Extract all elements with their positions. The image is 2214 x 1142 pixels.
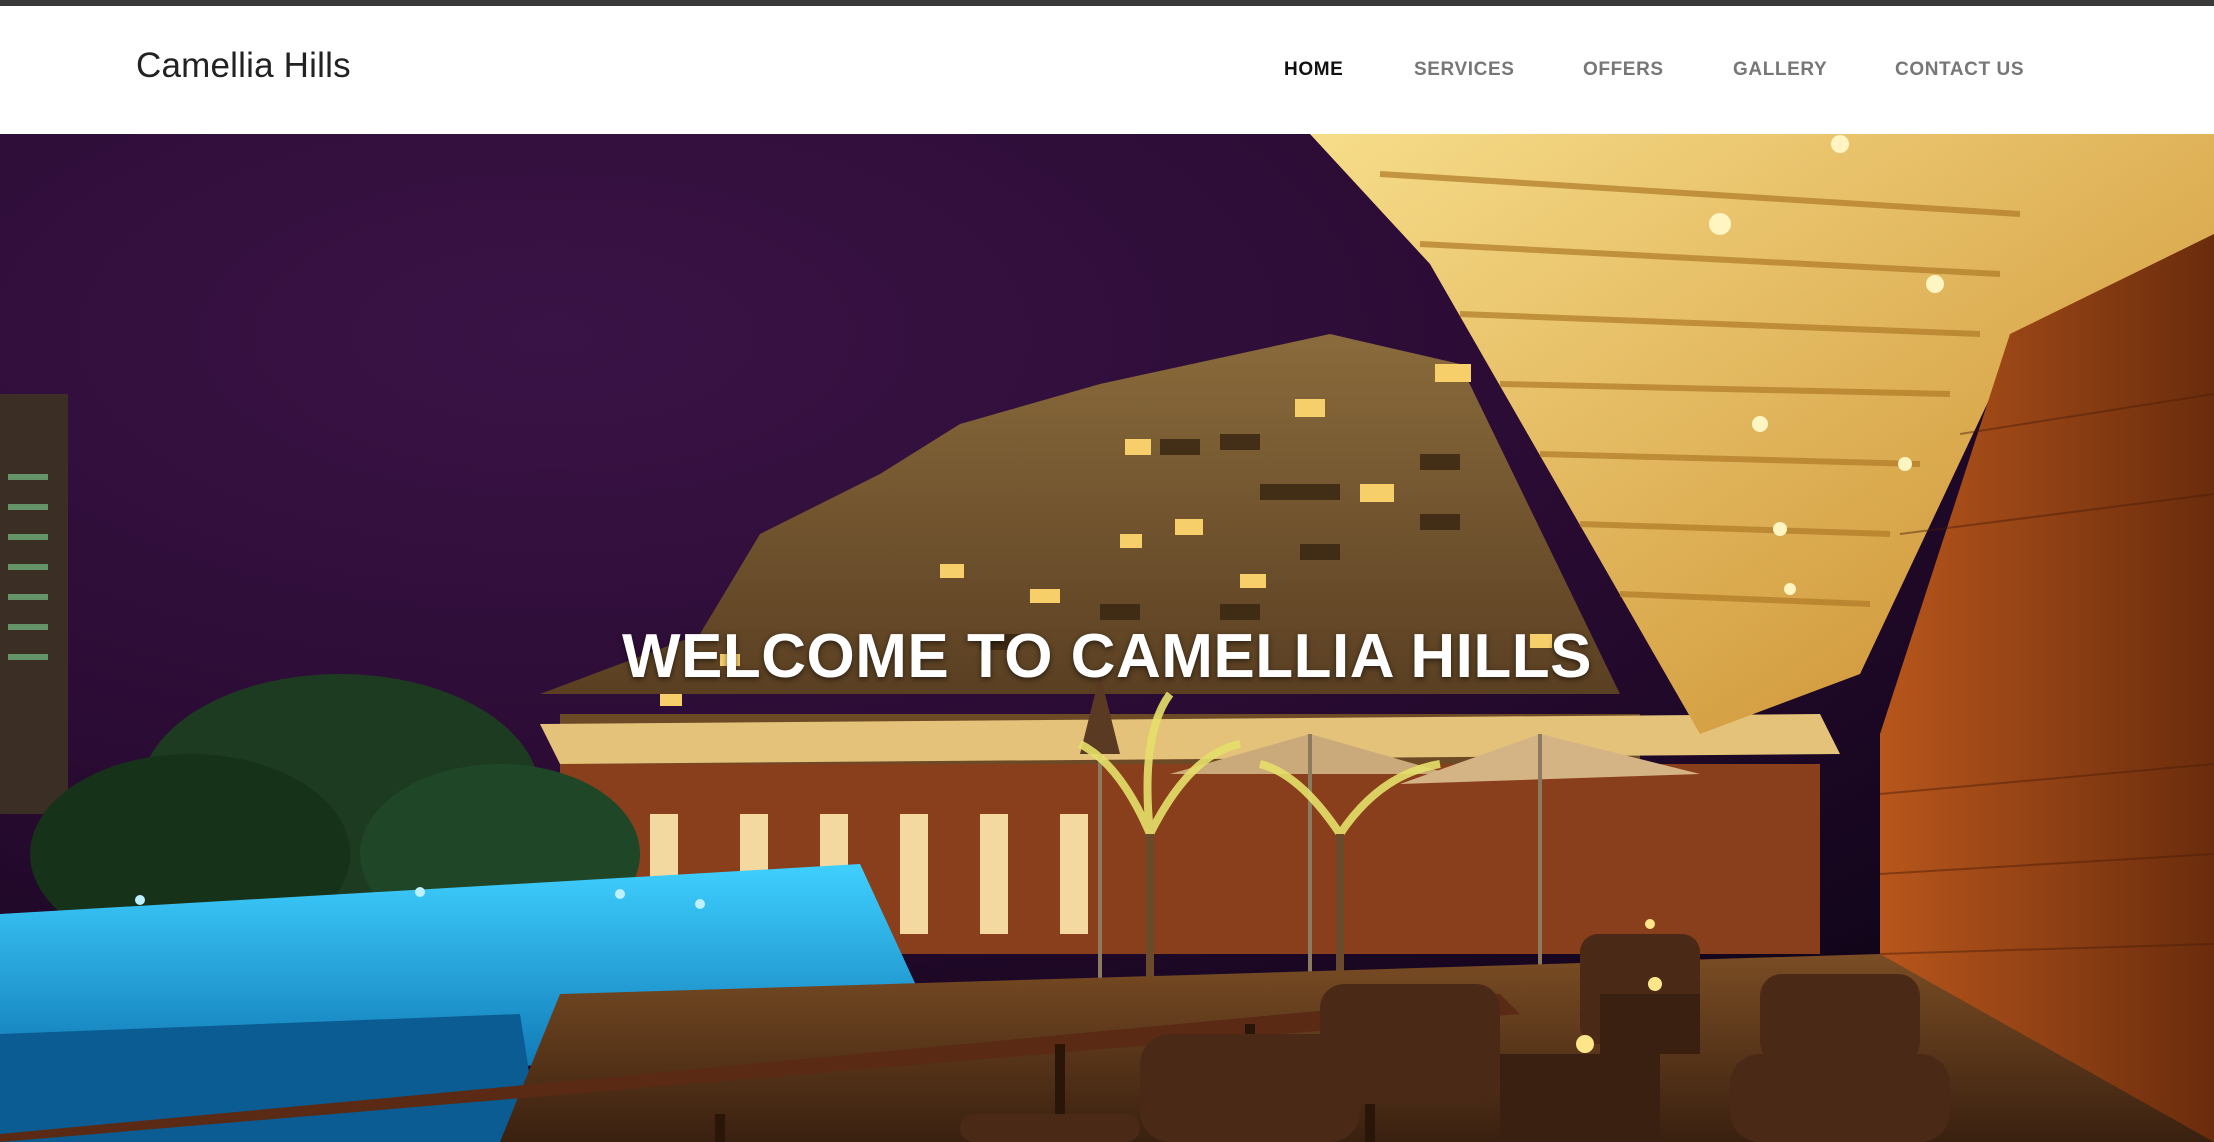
nav-item-contact-us[interactable]: CONTACT US bbox=[1895, 59, 2024, 81]
hero-title: WELCOME TO CAMELLIA HILLS bbox=[622, 621, 1592, 691]
nav-item-gallery[interactable]: GALLERY bbox=[1733, 59, 1827, 81]
nav-item-offers[interactable]: OFFERS bbox=[1583, 59, 1664, 81]
hero-section: WELCOME TO CAMELLIA HILLS bbox=[0, 134, 2214, 1142]
navbar: Camellia Hills HOME SERVICES OFFERS GALL… bbox=[0, 6, 2214, 134]
main-nav: HOME SERVICES OFFERS GALLERY CONTACT US bbox=[0, 59, 2214, 89]
nav-item-services[interactable]: SERVICES bbox=[1414, 59, 1515, 81]
nav-item-home[interactable]: HOME bbox=[1284, 59, 1343, 81]
